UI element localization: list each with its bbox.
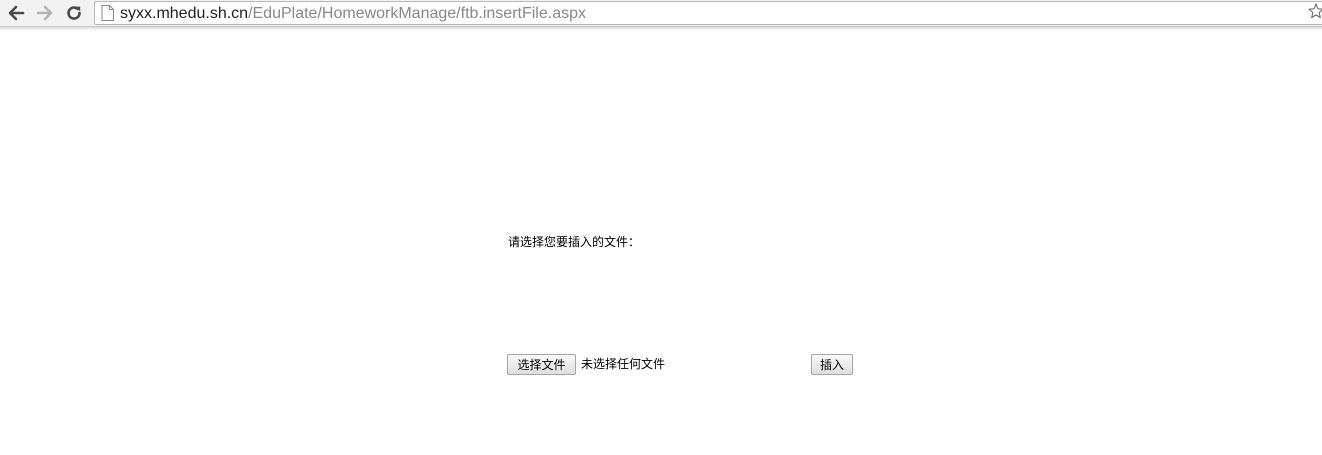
toolbar-shadow: [0, 27, 1322, 31]
reload-button[interactable]: [63, 2, 85, 24]
url-path: /EduPlate/HomeworkManage/ftb.insertFile.…: [248, 5, 586, 22]
reload-icon: [67, 6, 81, 20]
url-host: syxx.mhedu.sh.cn: [120, 5, 249, 22]
browser-toolbar: syxx.mhedu.sh.cn/EduPlate/HomeworkManage…: [0, 0, 1322, 27]
file-prompt-label: 请选择您要插入的文件：: [508, 235, 641, 249]
bookmark-star-icon[interactable]: [1308, 3, 1322, 19]
forward-button[interactable]: [34, 2, 56, 24]
insert-button[interactable]: 插入: [811, 354, 853, 375]
file-status-text: 未选择任何文件: [581, 357, 666, 371]
address-bar[interactable]: syxx.mhedu.sh.cn/EduPlate/HomeworkManage…: [94, 1, 1322, 25]
forward-arrow-icon: [36, 5, 53, 21]
url-text[interactable]: syxx.mhedu.sh.cn/EduPlate/HomeworkManage…: [120, 4, 586, 23]
back-arrow-icon: [8, 5, 25, 21]
page-icon: [101, 5, 114, 21]
back-button[interactable]: [5, 2, 27, 24]
choose-file-button[interactable]: 选择文件: [507, 354, 576, 375]
